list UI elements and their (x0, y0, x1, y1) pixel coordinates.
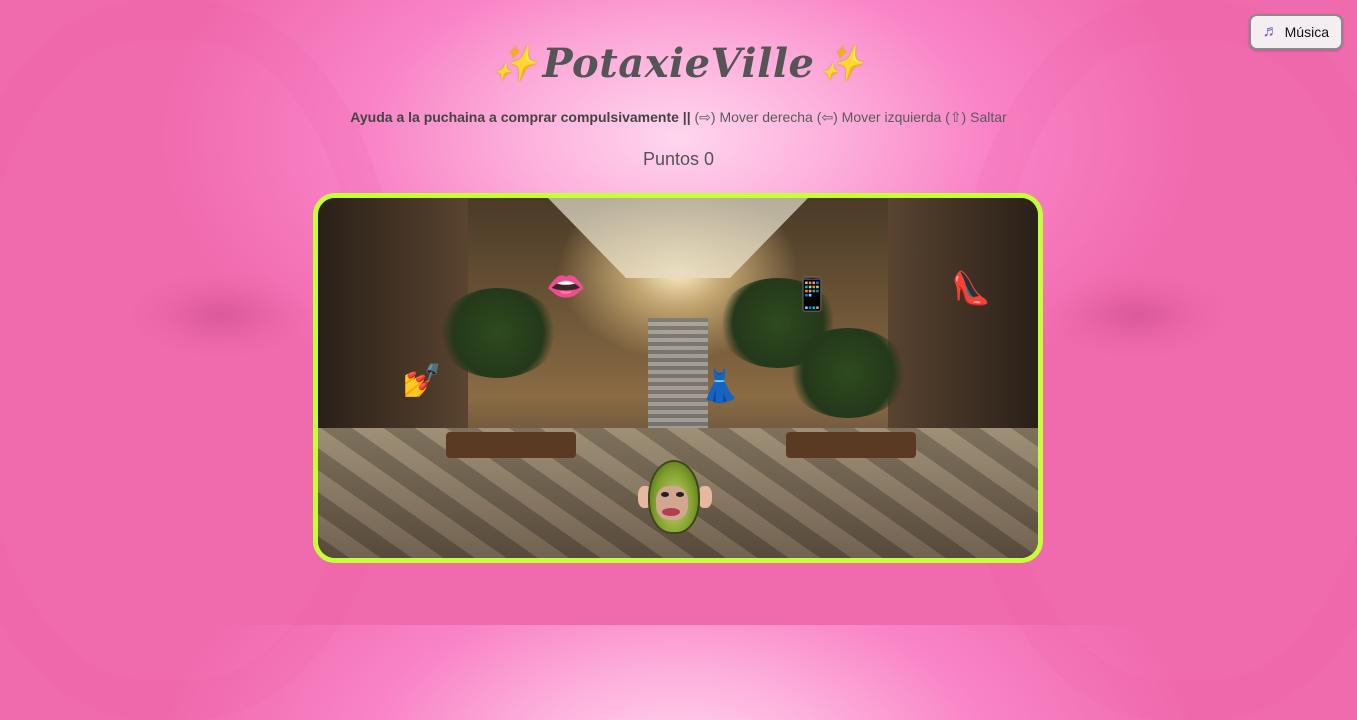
dress-item: 👗 (700, 368, 740, 404)
score-value: 0 (704, 149, 715, 169)
background-eye-right (1042, 270, 1232, 360)
palm-plant (438, 288, 558, 378)
mall-wall-right (888, 198, 1038, 448)
title-text: PotaxieVille (542, 40, 815, 87)
background-eye-left (125, 270, 315, 360)
player-hand-right (698, 486, 712, 508)
player-eye-right (676, 492, 684, 497)
player-avocado-character (636, 456, 714, 536)
music-note-icon: ♬ (1262, 23, 1279, 40)
page-title: ✨ PotaxieVille ✨ (494, 40, 864, 87)
title-row: ✨ PotaxieVille ✨ (0, 40, 1357, 87)
nail-polish-item: 💅 (402, 362, 442, 398)
planter (786, 432, 916, 458)
game-canvas[interactable]: 👄 📱 👠 💅 👗 (313, 193, 1043, 563)
player-eye-left (661, 492, 669, 497)
score: Puntos 0 (0, 149, 1357, 170)
player-lips (662, 508, 680, 516)
sparkle-icon: ✨ (493, 43, 537, 84)
mall-skylight (548, 198, 808, 278)
lips-item: 👄 (546, 268, 586, 304)
music-button-label: Música (1284, 24, 1329, 40)
instructions-controls: (⇨) Mover derecha (⇦) Mover izquierda (⇧… (694, 109, 1007, 125)
palm-plant (788, 328, 908, 418)
escalator (648, 318, 708, 438)
high-heel-item: 👠 (951, 270, 991, 306)
instructions-bold: Ayuda a la puchaina a comprar compulsiva… (350, 109, 691, 125)
score-label: Puntos (642, 149, 699, 169)
sparkle-icon: ✨ (820, 43, 864, 84)
planter (446, 432, 576, 458)
phone-item: 📱 (792, 276, 832, 312)
instructions: Ayuda a la puchaina a comprar compulsiva… (0, 109, 1357, 126)
